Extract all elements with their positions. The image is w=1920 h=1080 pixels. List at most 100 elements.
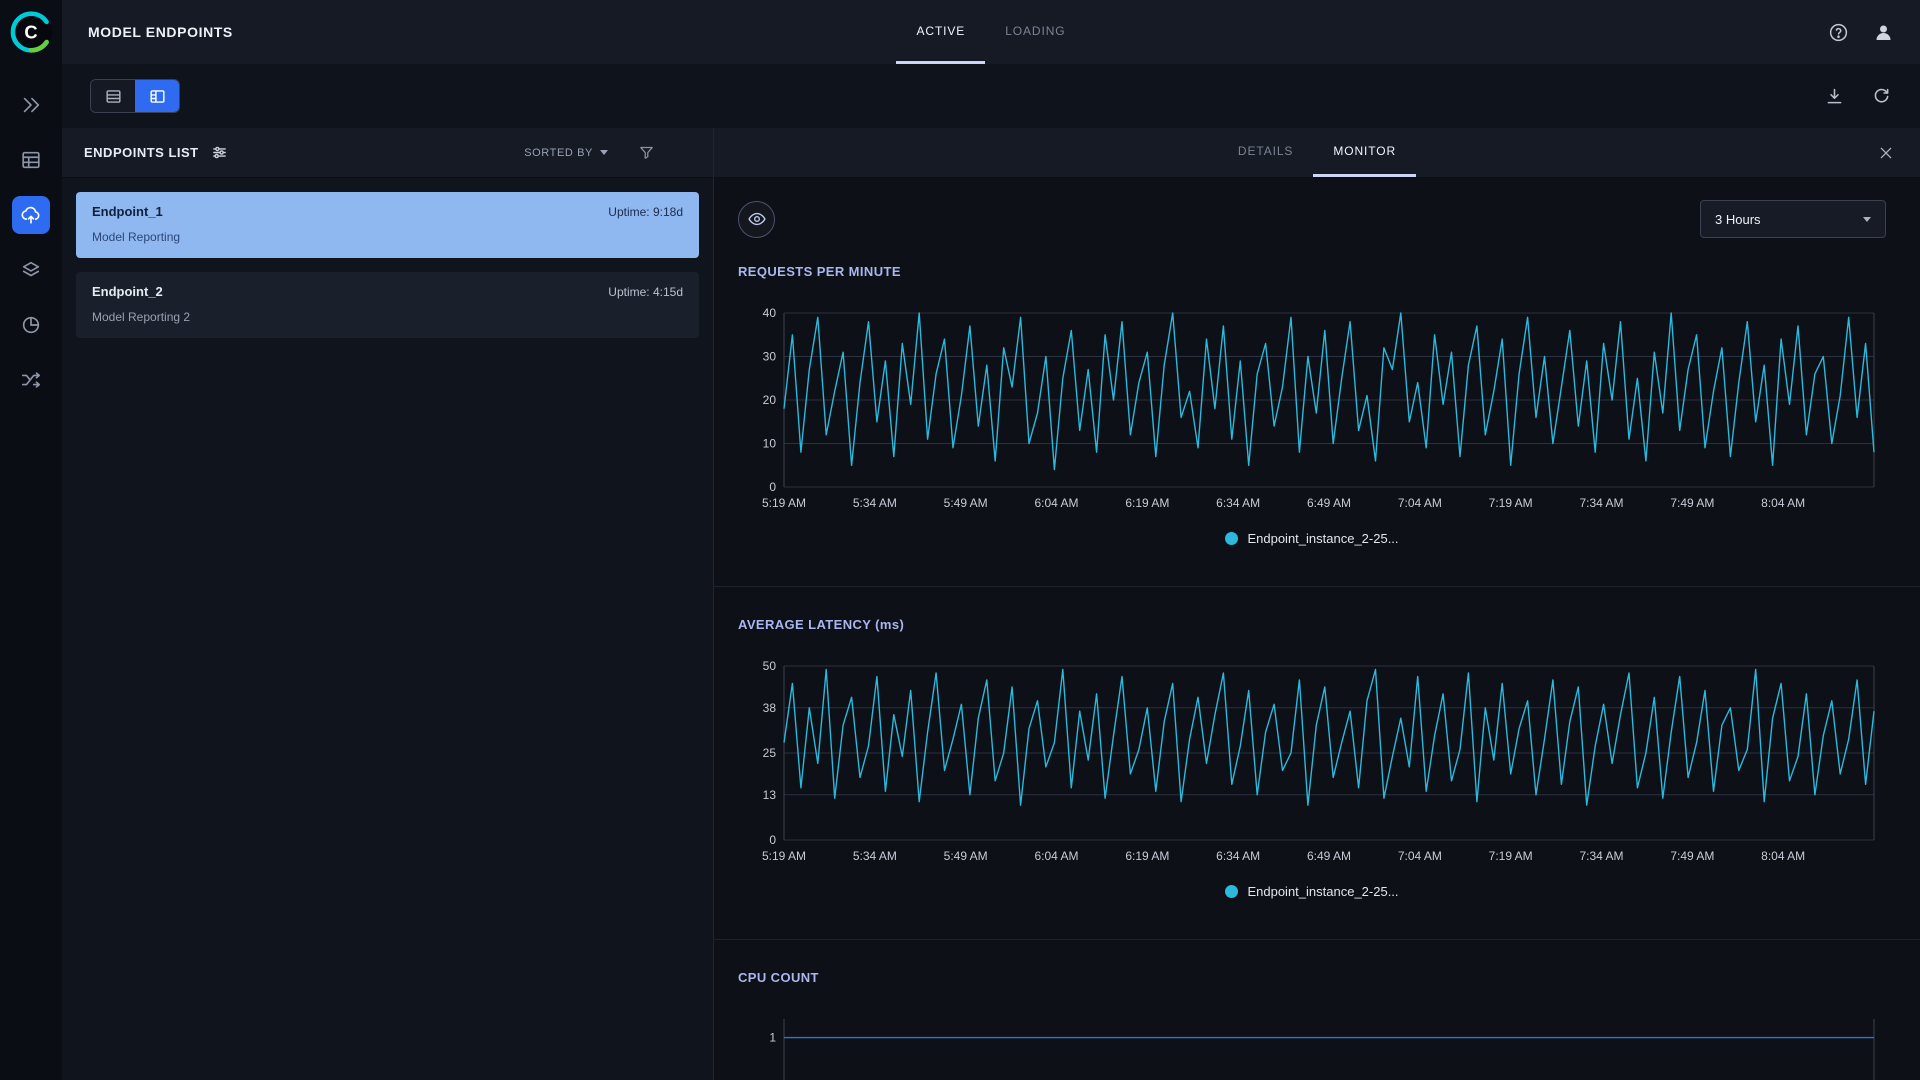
sidebar-item-datasets[interactable] (12, 141, 50, 179)
svg-text:C: C (24, 21, 37, 42)
layers-icon (22, 261, 40, 277)
svg-text:13: 13 (763, 788, 777, 802)
svg-text:6:34 AM: 6:34 AM (1216, 496, 1260, 510)
svg-text:5:34 AM: 5:34 AM (853, 849, 897, 863)
svg-text:7:34 AM: 7:34 AM (1579, 496, 1623, 510)
svg-text:25: 25 (763, 746, 777, 760)
deploy-cloud-icon (21, 206, 40, 224)
requests-per-minute-section: REQUESTS PER MINUTE 0 10 20 30 40 5:19 AM 5:34… (714, 246, 1920, 587)
filter-funnel-icon (640, 146, 653, 159)
svg-text:8:04 AM: 8:04 AM (1761, 849, 1805, 863)
download-button[interactable] (1824, 86, 1845, 107)
sidebar-item-endpoints[interactable] (12, 196, 50, 234)
tab-loading[interactable]: LOADING (985, 0, 1085, 64)
endpoints-list-panel: ENDPOINTS LIST SORTED BY Endpoint_1 Upti… (62, 128, 714, 1080)
top-header: MODEL ENDPOINTS ACTIVE LOADING (62, 0, 1920, 64)
requests-per-minute-chart[interactable]: 0 10 20 30 40 5:19 AM 5:34 AM 5:49 AM 6:04 AM 6:1… (738, 303, 1886, 517)
svg-text:50: 50 (763, 659, 777, 673)
sidebar-nav (12, 86, 50, 399)
svg-text:6:04 AM: 6:04 AM (1034, 849, 1078, 863)
user-avatar[interactable] (1873, 22, 1894, 43)
clearml-logo[interactable]: C (0, 0, 62, 64)
chart-title-cpu: CPU COUNT (738, 970, 819, 985)
sidebar-item-orchestration[interactable] (12, 361, 50, 399)
average-latency-chart[interactable]: 0 13 25 38 50 5:19 AM 5:34 AM 5:49 AM 6:04 AM 6:1… (738, 656, 1886, 870)
sidebar: C (0, 0, 62, 1080)
endpoints-list-header: ENDPOINTS LIST SORTED BY (62, 128, 713, 178)
chart-title-requests: REQUESTS PER MINUTE (738, 264, 901, 279)
svg-text:5:49 AM: 5:49 AM (944, 849, 988, 863)
chevron-down-icon (1863, 216, 1871, 222)
card-row: Endpoint_2 Uptime: 4:15d (92, 284, 683, 299)
monitor-tabs-bar: DETAILS MONITOR (714, 128, 1920, 178)
main-area: MODEL ENDPOINTS ACTIVE LOADING ENDPOINTS… (62, 0, 1920, 1080)
close-icon (1880, 147, 1892, 158)
svg-text:7:34 AM: 7:34 AM (1579, 849, 1623, 863)
logo-icon: C (9, 10, 53, 54)
refresh-icon (1874, 88, 1889, 103)
svg-text:6:49 AM: 6:49 AM (1307, 496, 1351, 510)
svg-text:5:19 AM: 5:19 AM (762, 496, 806, 510)
cpu-count-chart[interactable]: 1 (738, 1009, 1886, 1080)
visibility-toggle-button[interactable] (738, 200, 775, 238)
view-toggle-group (90, 79, 180, 113)
table-view-button[interactable] (91, 80, 135, 112)
sorted-by-label: SORTED BY (524, 146, 593, 159)
toolbar-actions (1824, 86, 1892, 107)
table-view-icon (105, 89, 121, 103)
time-range-value: 3 Hours (1715, 211, 1761, 227)
svg-text:30: 30 (763, 350, 777, 364)
chevron-down-icon (600, 150, 608, 155)
endpoint-card-2[interactable]: Endpoint_2 Uptime: 4:15d Model Reporting… (76, 272, 699, 338)
sorted-by-dropdown[interactable]: SORTED BY (524, 147, 608, 159)
svg-text:8:04 AM: 8:04 AM (1761, 496, 1805, 510)
svg-text:6:34 AM: 6:34 AM (1216, 849, 1260, 863)
chevrons-right-icon (23, 97, 40, 113)
time-range-select[interactable]: 3 Hours (1700, 200, 1886, 238)
svg-text:7:49 AM: 7:49 AM (1670, 849, 1714, 863)
content-area: ENDPOINTS LIST SORTED BY Endpoint_1 Upti… (62, 128, 1920, 1080)
help-button[interactable] (1828, 22, 1849, 43)
endpoint-name: Endpoint_1 (92, 204, 163, 219)
sidebar-item-pipelines[interactable] (12, 251, 50, 289)
sidebar-item-projects[interactable] (12, 86, 50, 124)
svg-text:6:04 AM: 6:04 AM (1034, 496, 1078, 510)
svg-text:7:19 AM: 7:19 AM (1489, 849, 1533, 863)
legend-label: Endpoint_instance_2-25... (1247, 531, 1399, 546)
svg-text:7:49 AM: 7:49 AM (1670, 496, 1714, 510)
monitor-body: 3 Hours REQUESTS PER MINUTE 0 10 20 30 40 5:1… (714, 178, 1920, 1080)
svg-text:6:49 AM: 6:49 AM (1307, 849, 1351, 863)
endpoint-card-1[interactable]: Endpoint_1 Uptime: 9:18d Model Reporting (76, 192, 699, 258)
tab-monitor[interactable]: MONITOR (1313, 128, 1417, 177)
endpoint-uptime: Uptime: 4:15d (608, 285, 683, 299)
app-root: C MODEL ENDPOINTS ACTIVE LOADING ENDPOIN… (0, 0, 1920, 1080)
legend-dot-icon (1225, 885, 1239, 898)
svg-text:7:19 AM: 7:19 AM (1489, 496, 1533, 510)
card-row: Endpoint_1 Uptime: 9:18d (92, 204, 683, 219)
endpoint-uptime: Uptime: 9:18d (608, 205, 683, 219)
monitor-controls: 3 Hours (714, 178, 1920, 246)
chart-legend: Endpoint_instance_2-25... (738, 531, 1886, 546)
auto-refresh-button[interactable] (1871, 86, 1892, 107)
endpoint-model: Model Reporting 2 (92, 310, 191, 324)
chart-legend: Endpoint_instance_2-25... (738, 884, 1886, 899)
list-settings-button[interactable] (211, 144, 228, 161)
close-panel-button[interactable] (1878, 128, 1894, 177)
split-view-icon (149, 89, 165, 103)
filter-button[interactable] (638, 144, 655, 161)
eye-icon (747, 212, 766, 226)
sidebar-item-reports[interactable] (12, 306, 50, 344)
legend-dot-icon (1225, 532, 1239, 545)
svg-text:38: 38 (763, 701, 777, 715)
tab-details[interactable]: DETAILS (1218, 128, 1313, 177)
table-grid-icon (22, 151, 40, 169)
split-view-button[interactable] (135, 80, 179, 112)
header-actions (1828, 22, 1894, 43)
svg-text:40: 40 (763, 306, 777, 320)
svg-text:0: 0 (769, 833, 776, 847)
svg-text:6:19 AM: 6:19 AM (1125, 849, 1169, 863)
endpoint-name: Endpoint_2 (92, 284, 163, 299)
tab-active[interactable]: ACTIVE (896, 0, 986, 64)
svg-text:5:49 AM: 5:49 AM (944, 496, 988, 510)
legend-label: Endpoint_instance_2-25... (1247, 884, 1399, 899)
